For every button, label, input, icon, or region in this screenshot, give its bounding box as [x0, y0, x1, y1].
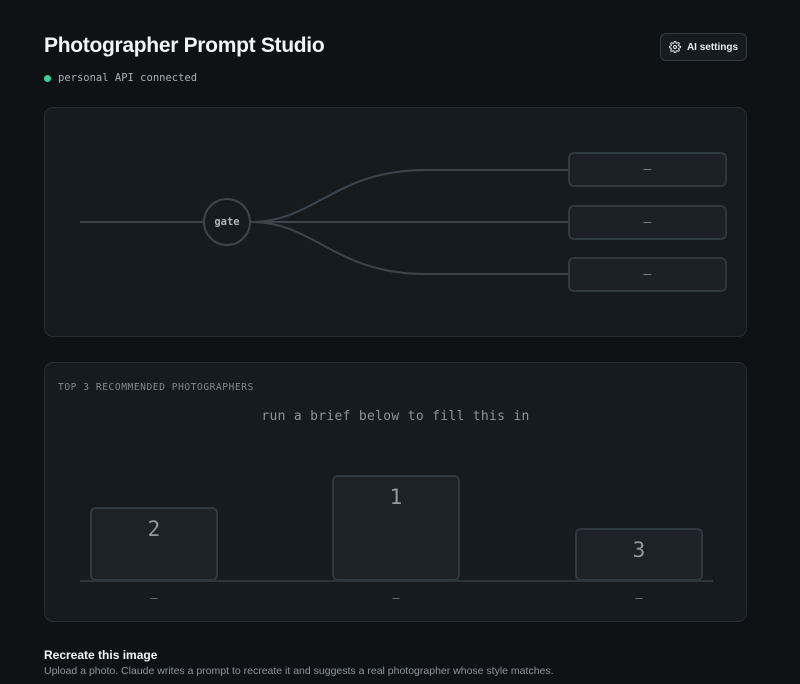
- podium-name-first: —: [392, 591, 400, 605]
- output-box-middle: —: [568, 205, 727, 240]
- podium-rank: 1: [389, 485, 403, 509]
- gate-node: gate: [203, 198, 251, 246]
- podium-name-third: —: [635, 591, 643, 605]
- podium-name-second: —: [150, 591, 158, 605]
- section-description: Upload a photo. Claude writes a prompt t…: [44, 665, 554, 677]
- api-status: personal API connected: [44, 72, 324, 84]
- recommendations-hint: run a brief below to fill this in: [261, 409, 530, 424]
- podium-third: 3: [575, 528, 703, 581]
- routing-flow-panel: gate — — —: [44, 107, 747, 337]
- recommendations-panel: TOP 3 RECOMMENDED PHOTOGRAPHERS run a br…: [44, 362, 747, 622]
- recommendations-heading: TOP 3 RECOMMENDED PHOTOGRAPHERS: [58, 382, 254, 393]
- ai-settings-button[interactable]: AI settings: [660, 33, 747, 61]
- status-dot-icon: [44, 74, 51, 82]
- podium-rank: 2: [147, 517, 161, 541]
- podium-baseline: [80, 580, 713, 582]
- output-box-top: —: [568, 152, 727, 187]
- gear-icon: [668, 41, 681, 53]
- section-title: Recreate this image: [44, 648, 158, 662]
- output-box-bottom: —: [568, 257, 727, 292]
- podium-first: 1: [332, 475, 460, 581]
- page-title: Photographer Prompt Studio: [44, 34, 325, 57]
- api-status-text: personal API connected: [58, 72, 198, 84]
- page-header: Photographer Prompt Studio personal API …: [44, 34, 325, 84]
- branch-line-bottom: [250, 221, 568, 275]
- podium-rank: 3: [632, 538, 646, 562]
- branch-line-top: [250, 169, 568, 223]
- ai-settings-label: AI settings: [686, 41, 739, 53]
- podium-second: 2: [90, 507, 218, 581]
